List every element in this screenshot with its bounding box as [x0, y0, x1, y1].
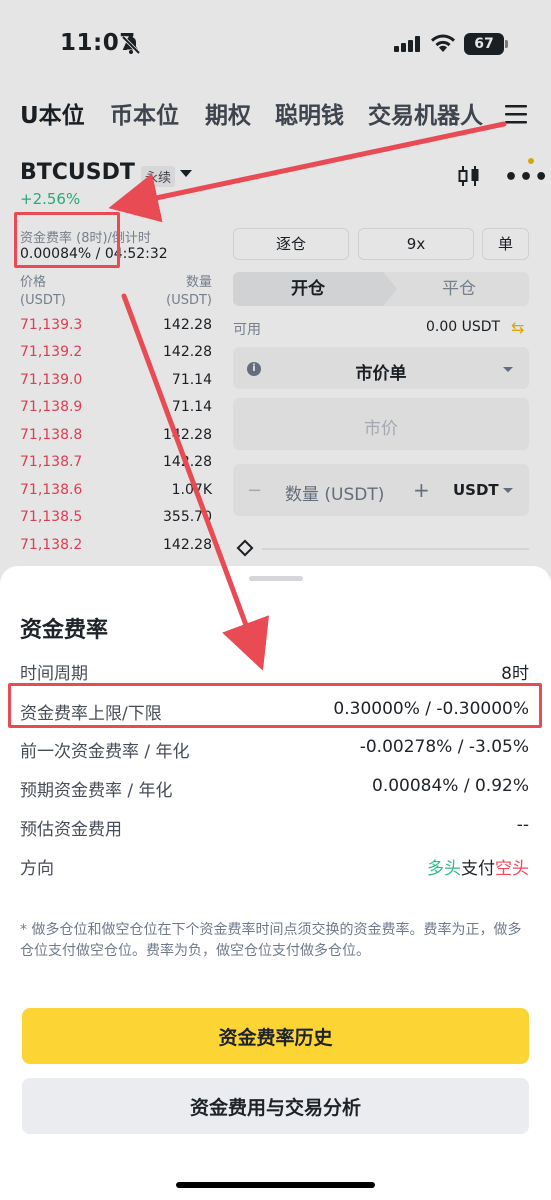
previous-rate-label: 前一次资金费率 / 年化	[20, 742, 190, 762]
sheet-grabber[interactable]	[249, 576, 303, 581]
home-indicator	[176, 1182, 375, 1188]
interval-label: 时间周期	[20, 664, 88, 684]
funding-rate-sheet: 资金费率 时间周期 8时 资金费率上限/下限 0.30000% / -0.300…	[0, 566, 551, 1200]
interval-value: 8时	[501, 664, 529, 684]
sheet-title: 资金费率	[20, 618, 109, 643]
estimated-fee-label: 预估资金费用	[20, 820, 122, 840]
annotation-box-cap-floor	[8, 683, 542, 728]
direction-value: 多头支付空头	[427, 854, 529, 879]
annotation-box-funding-mini	[14, 212, 120, 268]
direction-label: 方向	[20, 859, 54, 879]
direction-long: 多头	[427, 859, 461, 879]
direction-short: 空头	[495, 859, 529, 879]
previous-rate-value: -0.00278% / -3.05%	[359, 737, 529, 757]
direction-pays: 支付	[461, 859, 495, 879]
expected-rate-label: 预期资金费率 / 年化	[20, 781, 173, 801]
expected-rate-value: 0.00084% / 0.92%	[372, 776, 529, 796]
funding-note: * 做多仓位和做空仓位在下个资金费率时间点须交换的资金费率。费率为正，做多仓位支…	[20, 922, 522, 959]
fee-analysis-button[interactable]: 资金费用与交易分析	[22, 1078, 529, 1134]
estimated-fee-value: --	[516, 815, 529, 835]
funding-history-button[interactable]: 资金费率历史	[22, 1008, 529, 1064]
